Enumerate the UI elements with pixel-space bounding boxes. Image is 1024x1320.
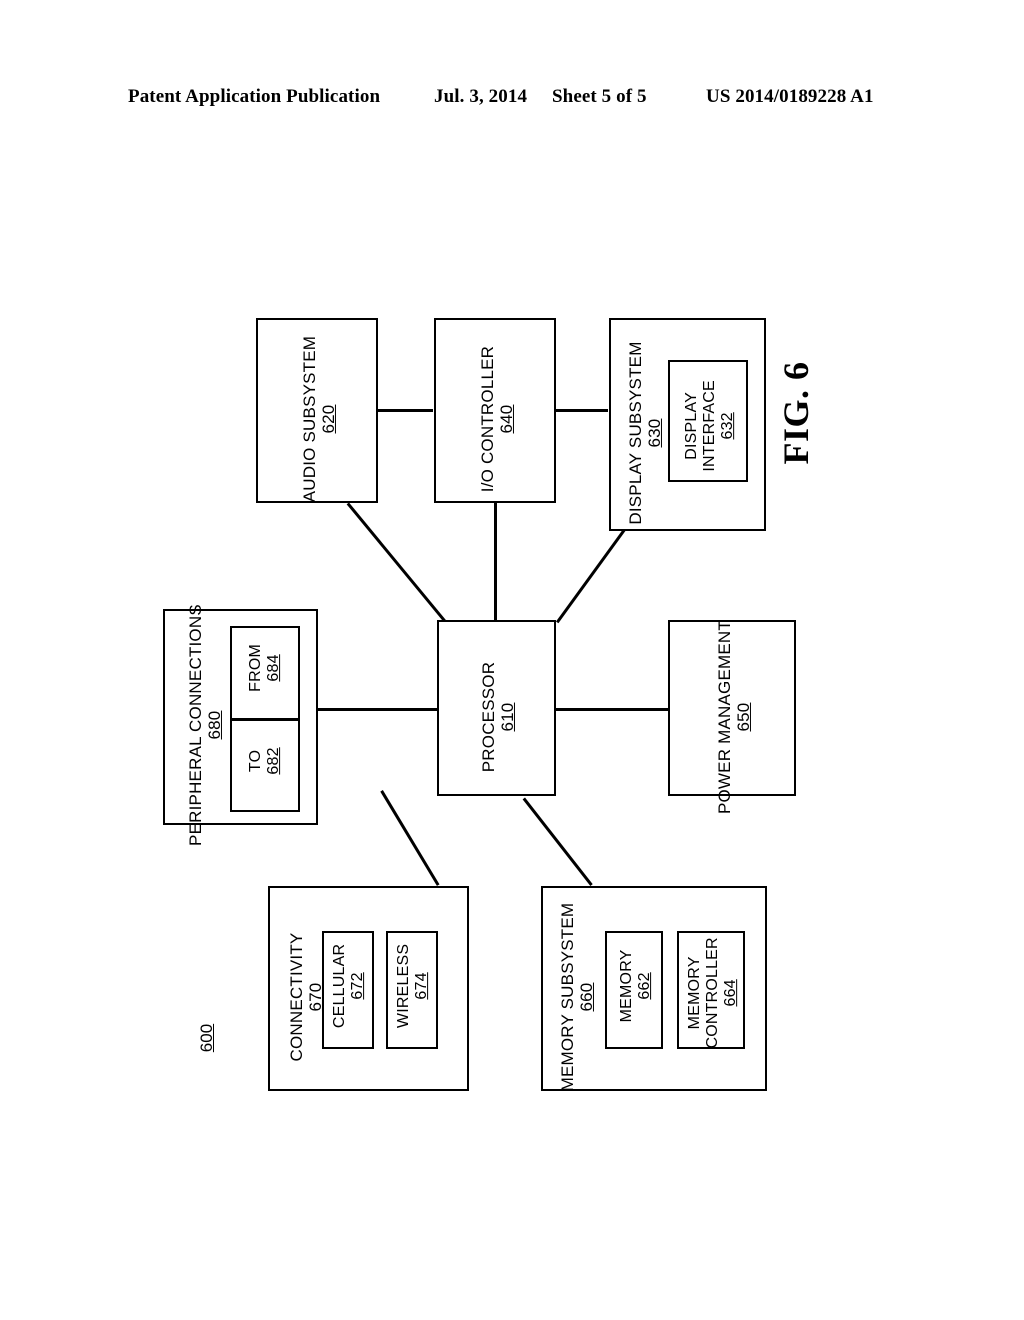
peripheral-from-title: FROM [247,643,265,692]
block-peripheral-from-label: FROM 684 [247,619,283,717]
connector-audio-to-io [377,409,433,412]
block-connectivity[interactable]: CONNECTIVITY 670 CELLULAR 672 WIRELESS 6… [268,886,469,1091]
system-reference-numeral: 600 [197,1023,216,1053]
block-peripheral-connections-label: PERIPHERAL CONNECTIONS 680 [186,601,224,849]
peripheral-to-title: TO [247,749,265,773]
block-memory-subsystem-label: MEMORY SUBSYSTEM 660 [558,888,596,1106]
connector-peripheral-to-processor [317,708,437,711]
block-wireless-label: WIRELESS 674 [395,929,431,1043]
power-management-ref: 650 [734,702,753,732]
peripheral-from-ref: 684 [265,654,282,682]
block-connectivity-label: CONNECTIVITY 670 [287,899,325,1095]
block-peripheral-from[interactable]: FROM 684 [232,628,298,718]
audio-subsystem-ref: 620 [319,404,338,434]
audio-subsystem-title: AUDIO SUBSYSTEM [299,335,319,503]
block-audio-subsystem[interactable]: AUDIO SUBSYSTEM 620 [256,318,378,503]
io-controller-ref: 640 [497,404,516,434]
block-memory-label: MEMORY 662 [618,928,654,1044]
block-cellular[interactable]: CELLULAR 672 [322,931,374,1049]
wireless-title: WIRELESS [395,943,413,1029]
memory-subsystem-ref: 660 [577,982,596,1012]
block-cellular-label: CELLULAR 672 [331,929,367,1043]
block-peripheral-connections[interactable]: PERIPHERAL CONNECTIONS 680 FROM 684 TO 6… [163,604,318,846]
block-processor-label: PROCESSOR 610 [479,632,517,802]
memory-ref: 662 [636,972,653,1000]
peripheral-connections-ref: 680 [205,710,224,740]
connector-audio-to-processor [347,502,447,623]
peripheral-connections-title: PERIPHERAL CONNECTIONS [185,604,205,846]
connector-processor-to-memory [523,797,593,886]
power-management-title: POWER MANAGEMENT [714,620,734,815]
figure-caption: FIG. 6 [776,361,816,465]
wireless-ref: 674 [413,972,430,1000]
block-memory-controller-label: MEMORY CONTROLLER 664 [686,935,740,1051]
connector-processor-to-power [556,708,668,711]
figure-6-block-diagram: AUDIO SUBSYSTEM 620 I/O CONTROLLER 640 D… [0,0,1024,1320]
block-io-controller[interactable]: I/O CONTROLLER 640 [434,318,556,503]
peripheral-to-from-group: FROM 684 TO 682 [230,626,300,812]
block-display-interface[interactable]: DISPLAY INTERFACE 632 [668,360,748,482]
display-interface-ref: 632 [718,412,736,440]
memory-title: MEMORY [618,949,636,1023]
block-memory[interactable]: MEMORY 662 [605,931,663,1049]
block-memory-subsystem[interactable]: MEMORY SUBSYSTEM 660 MEMORY 662 MEMORY C… [541,886,767,1091]
memory-controller-ref: 664 [721,979,739,1007]
display-subsystem-title: DISPLAY SUBSYSTEM [625,341,645,525]
block-display-interface-label: DISPLAY INTERFACE 632 [683,364,737,488]
cellular-ref: 672 [349,972,366,1000]
memory-controller-title-line2: CONTROLLER [704,937,722,1049]
memory-subsystem-title: MEMORY SUBSYSTEM [557,902,577,1092]
connector-io-to-display [556,409,608,412]
connectivity-title: CONNECTIVITY [286,932,306,1062]
block-audio-subsystem-label: AUDIO SUBSYSTEM 620 [300,328,338,510]
processor-title: PROCESSOR [478,661,498,773]
io-controller-title: I/O CONTROLLER [477,345,497,493]
block-wireless[interactable]: WIRELESS 674 [386,931,438,1049]
block-power-management[interactable]: POWER MANAGEMENT 650 [668,620,796,814]
cellular-title: CELLULAR [331,943,349,1029]
block-io-controller-label: I/O CONTROLLER 640 [478,328,516,510]
block-memory-controller[interactable]: MEMORY CONTROLLER 664 [677,931,745,1049]
memory-controller-title-line1: MEMORY [686,956,704,1030]
block-power-management-label: POWER MANAGEMENT 650 [715,600,753,834]
block-display-subsystem[interactable]: DISPLAY SUBSYSTEM 630 DISPLAY INTERFACE … [609,318,766,531]
connector-io-to-processor [494,503,497,621]
peripheral-to-ref: 682 [265,747,282,775]
block-peripheral-to-label: TO 682 [247,712,283,810]
block-display-subsystem-label: DISPLAY SUBSYSTEM 630 [626,327,664,539]
block-processor[interactable]: PROCESSOR 610 [437,620,556,796]
display-interface-title-line1: DISPLAY [683,391,701,460]
processor-ref: 610 [498,702,517,732]
block-peripheral-to[interactable]: TO 682 [232,721,298,811]
display-interface-title-line2: INTERFACE [701,380,719,472]
connector-processor-to-connectivity [380,790,440,886]
connector-display-to-processor [555,527,627,623]
display-subsystem-ref: 630 [645,418,664,448]
